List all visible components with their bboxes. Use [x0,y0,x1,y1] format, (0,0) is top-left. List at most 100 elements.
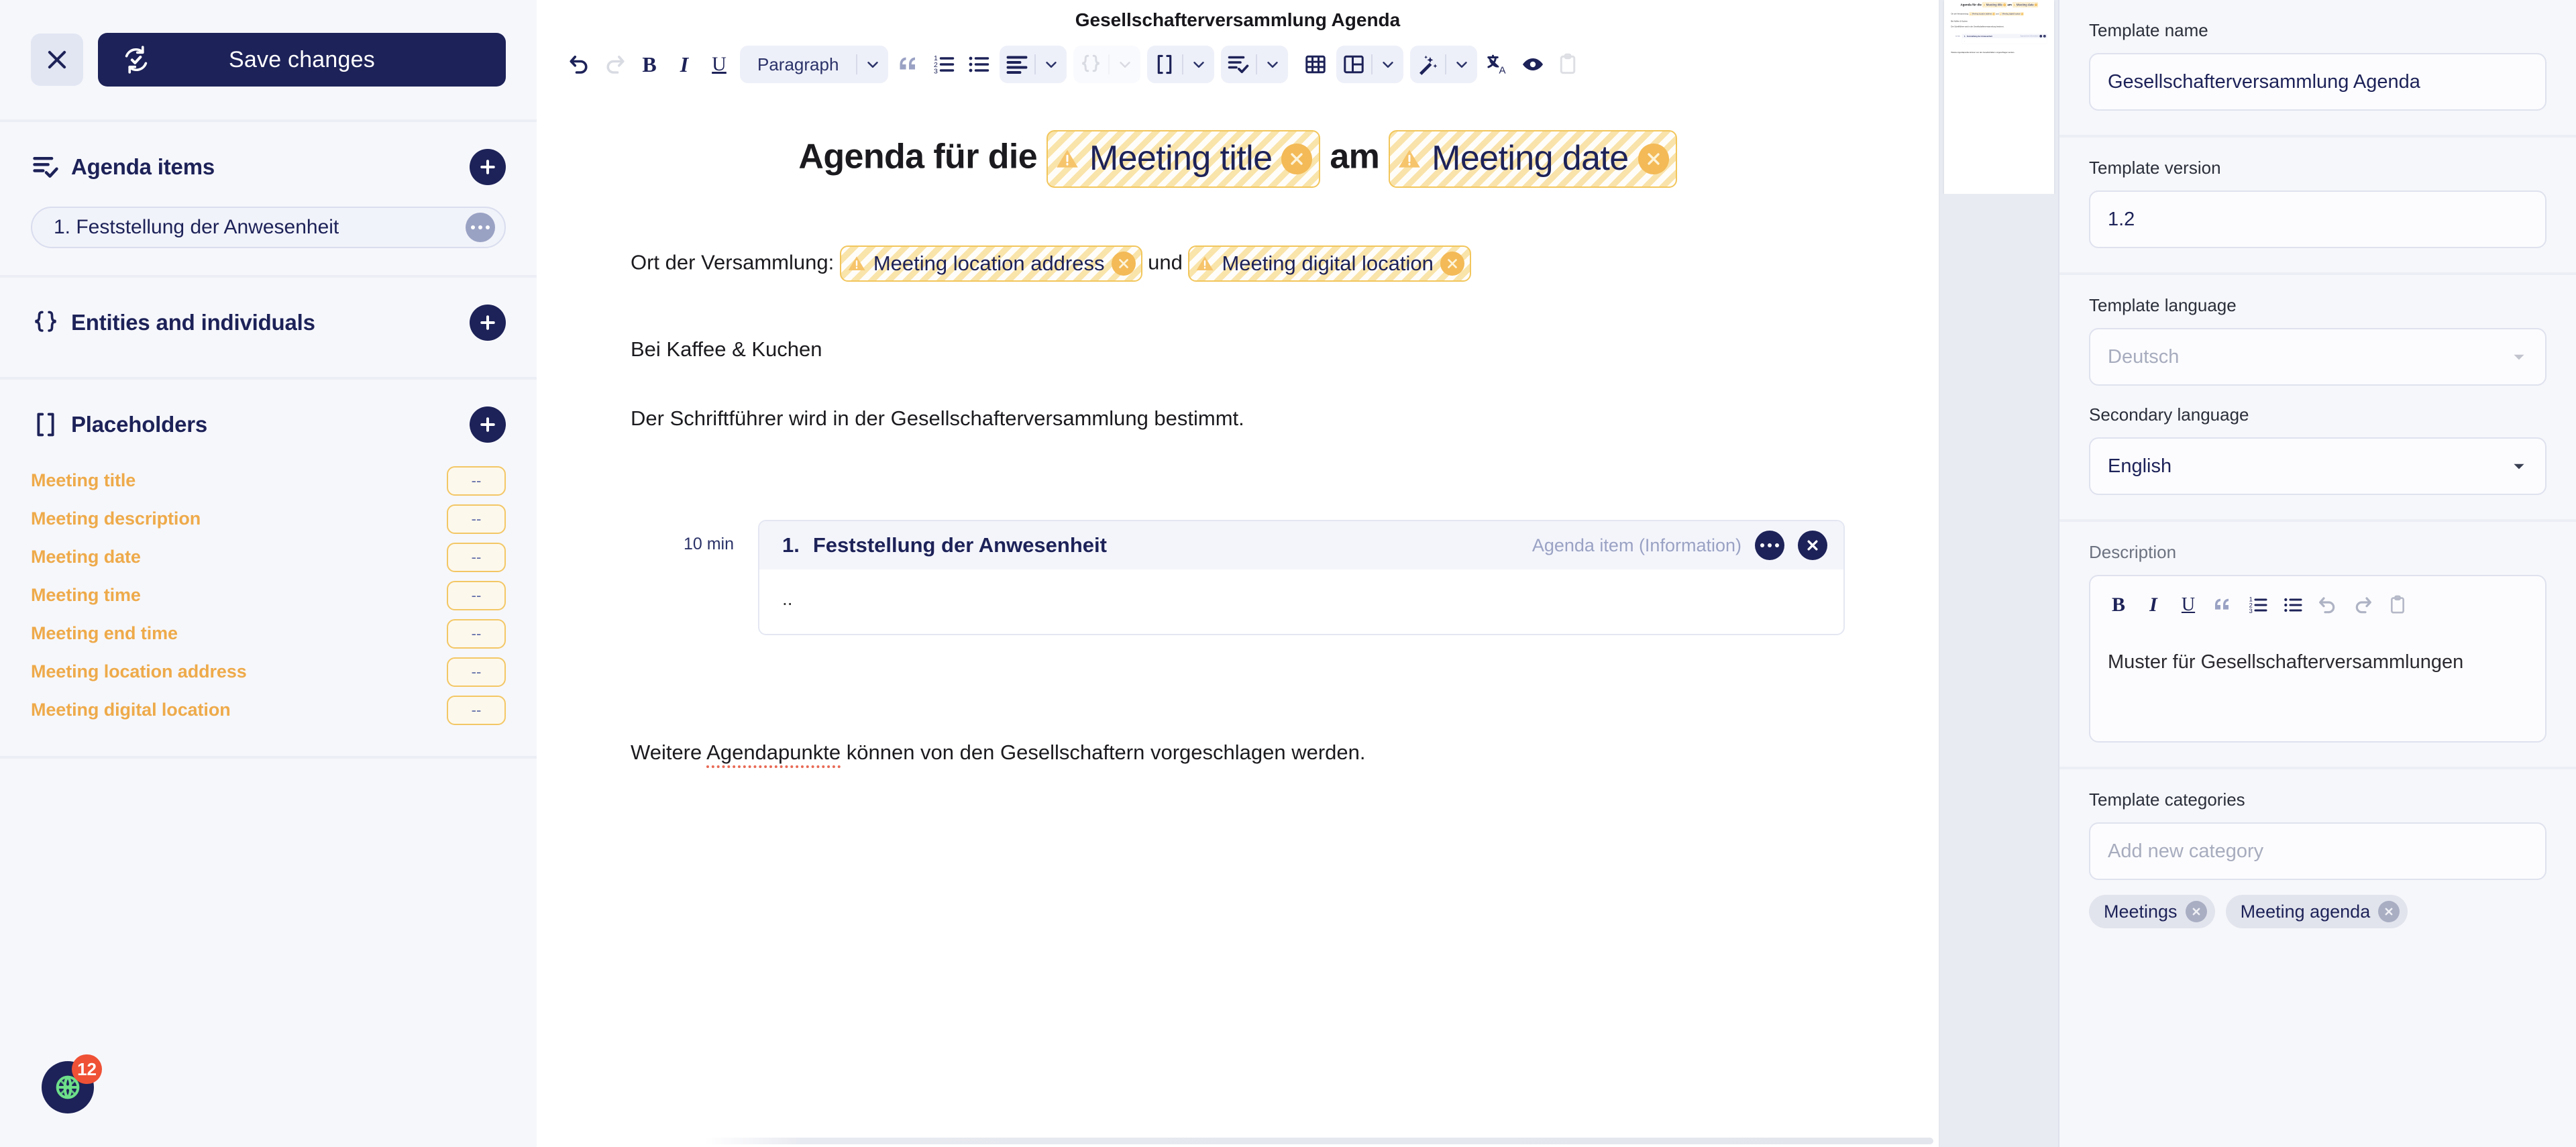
bold-button[interactable]: B [632,47,667,82]
ordered-list-button[interactable]: 1 2 3 [926,47,961,82]
list-item[interactable]: Meeting title -- [31,461,506,500]
placeholder-chip-digital-location[interactable]: Meeting digital location [1188,245,1471,282]
paragraph-coffee[interactable]: Bei Kaffee & Kuchen [631,334,1845,366]
agenda-item-title[interactable]: Feststellung der Anwesenheit [813,533,1519,557]
remove-category-button[interactable] [2185,901,2207,922]
description-bold-button[interactable]: B [2102,589,2135,621]
placeholder-chip-meeting-title[interactable]: Meeting title [1046,130,1321,188]
paragraph-footer[interactable]: Weitere Agendapunkte können von den Gese… [631,737,1845,769]
insert-entity-button[interactable] [1073,47,1108,82]
list-item[interactable]: Meeting end time -- [31,614,506,653]
document-minimap[interactable]: Agenda für die Meeting title am Meeting … [1940,0,2059,1147]
preview-button[interactable] [1515,47,1550,82]
help-network-button[interactable]: 12 [42,1054,102,1113]
insert-entity-caret-button[interactable] [1110,47,1140,82]
agenda-items-panel: Agenda items 1. Feststellung der Anwesen… [0,122,537,278]
placeholder-value[interactable]: -- [447,580,506,610]
description-quote-button[interactable] [2207,589,2239,621]
category-chip[interactable]: Meeting agenda [2225,895,2408,928]
paste-button[interactable] [1550,47,1585,82]
description-undo-button[interactable] [2312,589,2344,621]
list-item[interactable]: Meeting description -- [31,500,506,538]
placeholder-chip-location-address[interactable]: Meeting location address [839,245,1142,282]
add-placeholder-button[interactable] [470,406,506,443]
secondary-language-select[interactable]: English [2089,437,2546,495]
insert-table-button[interactable] [1298,47,1333,82]
template-language-select[interactable]: Deutsch [2089,328,2546,386]
document-heading[interactable]: Agenda für die Meeting title am Meeting … [631,130,1845,188]
remove-placeholder-button[interactable] [1638,143,1669,174]
align-caret-button[interactable] [1036,47,1067,82]
minimap-footer-a: Weitere [1951,51,1958,54]
agenda-item-card[interactable]: 1. Feststellung der Anwesenheit Agenda i… [758,520,1845,636]
list-item[interactable]: Meeting digital location -- [31,691,506,729]
remove-placeholder-button[interactable] [1111,252,1136,276]
list-item[interactable]: Meeting time -- [31,576,506,614]
document-body[interactable]: Agenda für die Meeting title am Meeting … [537,89,1939,769]
insert-placeholder-caret-button[interactable] [1183,47,1214,82]
undo-button[interactable] [562,47,597,82]
template-name-input[interactable]: Gesellschafterversammlung Agenda [2089,53,2546,111]
placeholder-value[interactable]: -- [447,466,506,496]
insert-agenda-caret-button[interactable] [1257,47,1288,82]
description-underline-button[interactable]: U [2172,589,2204,621]
agenda-item-body[interactable]: .. [759,569,1843,634]
description-bullet-list-button[interactable] [2277,589,2309,621]
agenda-item-row[interactable]: 1. Feststellung der Anwesenheit [31,207,506,248]
agenda-item-menu-button[interactable] [1755,531,1784,561]
underline-button[interactable]: U [702,47,737,82]
description-redo-button[interactable] [2347,589,2379,621]
eye-icon [1523,58,1544,70]
underline-icon: U [712,53,727,75]
redo-icon [2355,597,2371,614]
align-button[interactable] [1000,47,1034,82]
placeholder-value[interactable]: -- [447,695,506,725]
minimap-page-thumbnail[interactable]: Agenda für die Meeting title am Meeting … [1944,0,2054,194]
paragraph-style-caret-button[interactable] [857,47,888,82]
close-editor-button[interactable] [31,34,83,86]
bullet-list-button[interactable] [961,47,996,82]
placeholder-value[interactable]: -- [447,542,506,572]
magic-wand-icon [1419,55,1438,75]
description-paste-button[interactable] [2381,589,2414,621]
translate-button[interactable]: A [1481,47,1515,82]
redo-button[interactable] [597,47,632,82]
add-category-input[interactable]: Add new category [2089,822,2546,880]
list-item[interactable]: Meeting location address -- [31,653,506,691]
list-item[interactable]: Meeting date -- [31,538,506,576]
description-ordered-list-button[interactable]: 1 2 3 [2242,589,2274,621]
horizontal-scrollbar[interactable] [704,1138,1933,1144]
description-editor[interactable]: B I U 1 2 3 Muster für Gesellschafterver… [2089,575,2546,743]
blockquote-button[interactable] [892,47,926,82]
placeholder-value[interactable]: -- [447,657,506,687]
remove-category-button[interactable] [2378,901,2400,922]
placeholder-value[interactable]: -- [447,618,506,649]
insert-agenda-button[interactable] [1221,47,1256,82]
ai-magic-button[interactable] [1410,47,1445,82]
agenda-item-menu-button[interactable] [466,213,495,242]
description-text[interactable]: Muster für Gesellschafterversammlungen [2098,624,2537,673]
add-agenda-item-button[interactable] [470,149,506,185]
agenda-item-remove-button[interactable] [1798,531,1827,561]
paragraph-location[interactable]: Ort der Versammlung: Meeting location ad… [631,245,1845,282]
document-scroll-area[interactable]: Agenda für die Meeting title am Meeting … [537,89,1939,1147]
paragraph-secretary[interactable]: Der Schriftführer wird in der Gesellscha… [631,403,1845,435]
ai-magic-caret-button[interactable] [1446,47,1477,82]
remove-placeholder-button[interactable] [1440,252,1464,276]
layout-button[interactable] [1336,47,1371,82]
ordered-list-icon: 1 2 3 [2249,596,2267,614]
placeholder-value[interactable]: -- [447,504,506,534]
italic-button[interactable]: I [667,47,702,82]
close-icon [2192,908,2200,916]
description-italic-button[interactable]: I [2137,589,2169,621]
paragraph-style-select[interactable]: Paragraph [740,46,856,83]
save-changes-button[interactable]: Save changes [98,33,506,87]
layout-caret-button[interactable] [1373,47,1403,82]
placeholder-chip-meeting-date[interactable]: Meeting date [1389,130,1677,188]
insert-placeholder-button[interactable] [1147,47,1182,82]
template-version-input[interactable]: 1.2 [2089,190,2546,248]
category-chip[interactable]: Meetings [2089,895,2215,928]
remove-placeholder-button[interactable] [1281,143,1313,174]
add-entity-button[interactable] [470,305,506,341]
description-toolbar: B I U 1 2 3 [2098,586,2537,624]
